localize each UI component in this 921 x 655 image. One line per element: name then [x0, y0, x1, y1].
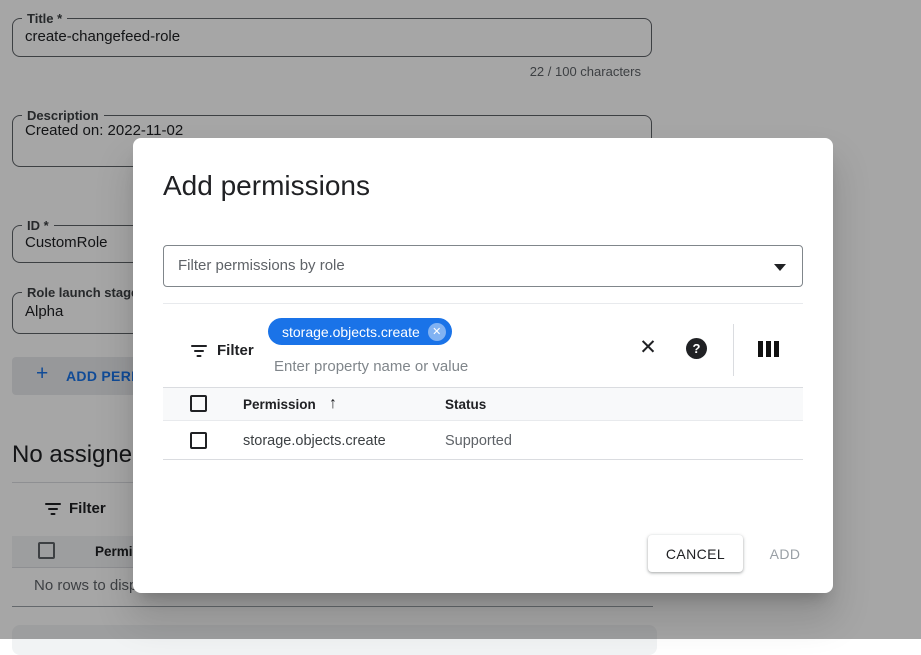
- row-checkbox[interactable]: [190, 432, 207, 449]
- filter-chip-label: storage.objects.create: [282, 324, 420, 340]
- add-button[interactable]: ADD: [755, 535, 815, 572]
- permission-column-header[interactable]: Permission: [243, 397, 316, 412]
- filter-label: Filter: [217, 342, 254, 359]
- table-row[interactable]: storage.objects.create Supported: [163, 422, 803, 460]
- filter-chip[interactable]: storage.objects.create ✕: [268, 318, 452, 345]
- dialog-table-header: Permission ↑ Status: [163, 388, 803, 421]
- help-icon[interactable]: ?: [686, 338, 707, 359]
- permission-cell: storage.objects.create: [243, 433, 386, 449]
- status-column-header[interactable]: Status: [445, 397, 486, 412]
- filter-by-role-dropdown[interactable]: Filter permissions by role: [163, 245, 803, 287]
- chip-remove-icon[interactable]: ✕: [428, 323, 446, 341]
- filter-by-role-placeholder: Filter permissions by role: [178, 257, 345, 274]
- toolbar-top-divider: [163, 303, 803, 304]
- dialog-title: Add permissions: [163, 170, 370, 202]
- column-display-icon[interactable]: [758, 341, 779, 357]
- add-permissions-dialog: Add permissions Filter permissions by ro…: [133, 138, 833, 593]
- chevron-down-icon: [774, 264, 786, 271]
- dialog-filter-bar: Filter: [190, 342, 254, 359]
- status-cell: Supported: [445, 433, 512, 449]
- toolbar-vertical-divider: [733, 324, 734, 376]
- filter-icon: [190, 344, 208, 358]
- cancel-button[interactable]: CANCEL: [648, 535, 743, 572]
- clear-filters-icon[interactable]: ✕: [635, 335, 661, 361]
- dialog-filter-input[interactable]: Enter property name or value: [274, 358, 468, 375]
- select-all-checkbox[interactable]: [190, 395, 207, 412]
- sort-ascending-icon[interactable]: ↑: [329, 395, 337, 413]
